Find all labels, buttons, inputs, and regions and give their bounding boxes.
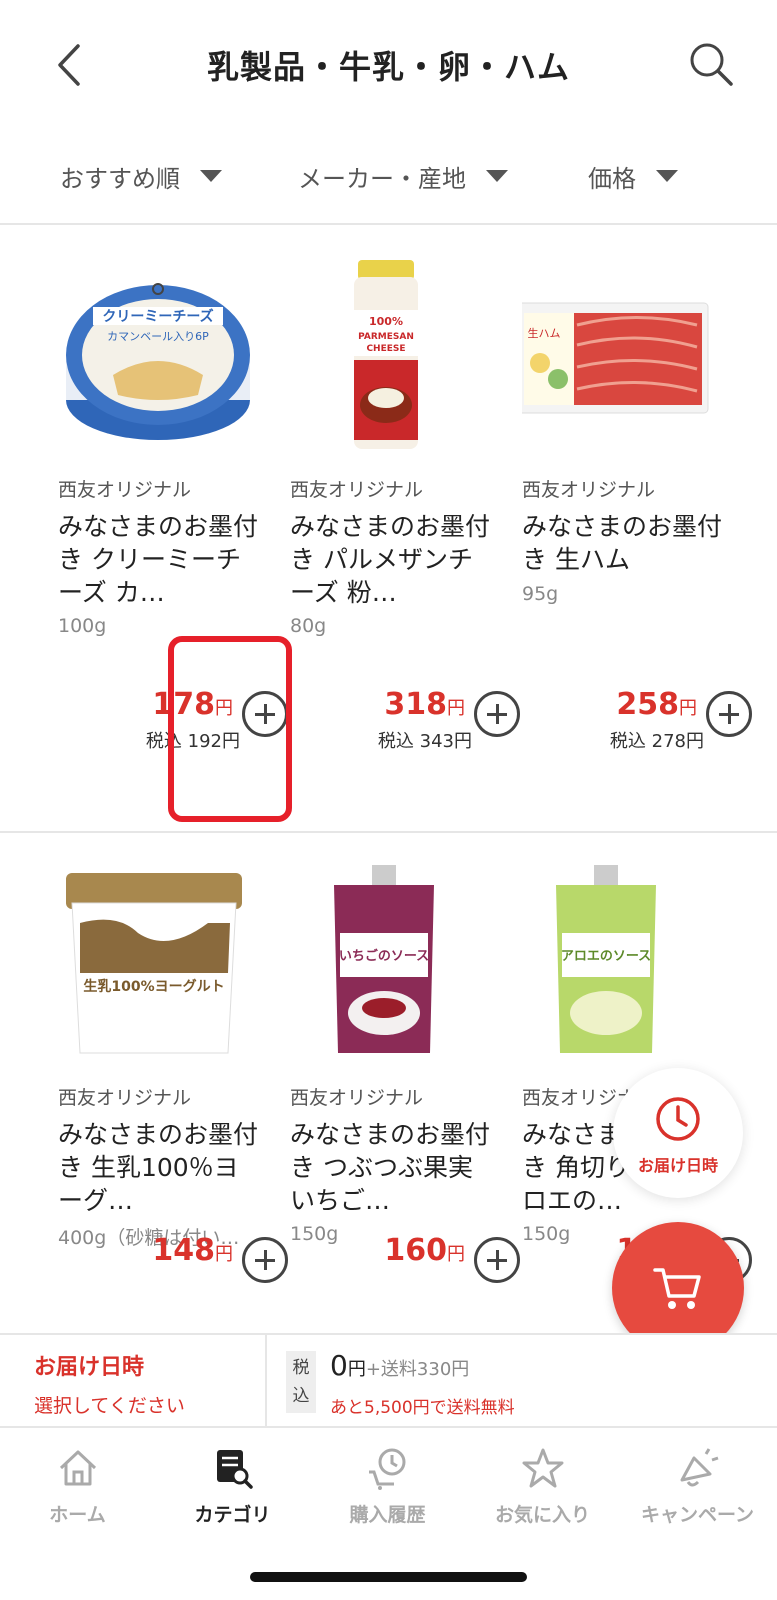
maker-filter-label: メーカー・産地 (298, 164, 466, 193)
delivery-date-selector[interactable]: お届け日時 選択してください (34, 1349, 185, 1418)
search-icon (690, 43, 733, 86)
product-card[interactable]: 100% PARMESAN CHEESE 西友オリジナル みなさまのお墨付き パ… (290, 225, 520, 831)
clock-icon (656, 1097, 700, 1141)
tab-label: 購入履歴 (349, 1504, 426, 1526)
price-dropdown[interactable]: 価格 (588, 156, 678, 196)
add-to-cart-button[interactable] (474, 1237, 520, 1283)
home-indicator (250, 1572, 527, 1582)
product-name: みなさまのお墨付き クリーミーチーズ カ… (58, 512, 258, 607)
campaign-icon (680, 1448, 718, 1487)
free-shipping-note: あと5,500円で送料無料 (330, 1398, 515, 1418)
sort-label: おすすめ順 (60, 164, 180, 193)
filter-bar: おすすめ順 メーカー・産地 価格 (0, 150, 777, 225)
svg-text:PARMESAN: PARMESAN (358, 332, 414, 342)
tax-included-price: 税込 278円 (609, 731, 704, 752)
tab-home[interactable]: ホーム (0, 1446, 155, 1527)
add-to-cart-button[interactable] (706, 691, 752, 737)
svg-text:CHEESE: CHEESE (366, 344, 405, 354)
price-filter-label: 価格 (588, 164, 636, 193)
tab-purchase-history[interactable]: 購入履歴 (310, 1446, 465, 1527)
divider (265, 1335, 267, 1426)
product-price: 258円 (616, 687, 697, 722)
product-card[interactable]: 生ハム 西友オリジナル みなさまのお墨付き 生ハム 95g 258円 税込 27… (522, 225, 752, 831)
tab-label: キャンペーン (640, 1504, 755, 1526)
cart-icon (653, 1268, 701, 1309)
product-maker: 西友オリジナル (522, 479, 656, 501)
highlight-box (168, 636, 292, 822)
price-value: 318 (384, 687, 447, 722)
category-icon (216, 1450, 253, 1489)
product-card[interactable]: いちごのソース 西友オリジナル みなさまのお墨付き つぶつぶ果実 いちご… 15… (290, 833, 520, 1353)
history-icon (368, 1448, 405, 1490)
svg-text:いちごのソース: いちごのソース (339, 948, 429, 964)
svg-text:100%: 100% (369, 315, 403, 328)
cart-total-unit: 円 (347, 1359, 366, 1380)
price-value: 258 (616, 687, 679, 722)
cart-total: 0円+送料330円 (330, 1349, 469, 1382)
tab-label: ホーム (49, 1504, 106, 1526)
svg-text:アロエのソース: アロエのソース (561, 949, 651, 964)
product-maker: 西友オリジナル (58, 479, 192, 501)
product-image: クリーミーチーズ カマンベール入り6P (66, 283, 250, 440)
product-image: アロエのソース (556, 865, 656, 1053)
product-price: 148円 (152, 1233, 233, 1268)
delivery-time-button[interactable]: お届け日時 (613, 1068, 743, 1198)
price-value: 148 (152, 1233, 215, 1268)
caret-down-icon (656, 170, 678, 182)
price-unit: 円 (679, 698, 697, 719)
tab-favorites[interactable]: お気に入り (465, 1446, 620, 1527)
product-size: 95g (522, 583, 559, 605)
product-row: クリーミーチーズ カマンベール入り6P 西友オリジナル みなさまのお墨付き クリ… (0, 225, 777, 833)
tab-label: カテゴリ (194, 1504, 271, 1526)
product-maker: 西友オリジナル (290, 479, 424, 501)
delivery-time-label: お届け日時 (637, 1156, 718, 1175)
svg-text:生乳100%ヨーグルト: 生乳100%ヨーグルト (83, 978, 224, 995)
product-name: みなさまのお墨付き パルメザンチーズ 粉… (290, 512, 490, 607)
svg-text:クリーミーチーズ: クリーミーチーズ (102, 308, 213, 325)
tab-campaign[interactable]: キャンペーン (620, 1446, 775, 1527)
price-unit: 円 (447, 1244, 465, 1265)
product-image: いちごのソース (334, 865, 434, 1053)
product-image: 100% PARMESAN CHEESE (354, 260, 418, 449)
tab-category[interactable]: カテゴリ (155, 1446, 310, 1527)
page-title: 乳製品・牛乳・卵・ハム (206, 48, 570, 86)
sort-dropdown[interactable]: おすすめ順 (60, 156, 222, 196)
shipping-fee: +送料330円 (365, 1359, 470, 1380)
delivery-summary-bar: お届け日時 選択してください 税込 0円+送料330円 あと5,500円で送料無… (0, 1333, 777, 1428)
product-name: みなさまのお墨付き つぶつぶ果実 いちご… (290, 1120, 490, 1215)
caret-down-icon (486, 170, 508, 182)
product-size: 100g (58, 615, 107, 637)
tax-included-badge: 税込 (286, 1351, 316, 1413)
product-image: 生ハム (522, 302, 709, 414)
svg-text:カマンベール入り6P: カマンベール入り6P (107, 330, 209, 343)
product-maker: 西友オリジナル (58, 1087, 192, 1109)
home-icon (59, 1450, 96, 1486)
price-value: 160 (384, 1233, 447, 1268)
tab-label: お気に入り (494, 1504, 590, 1526)
product-name: みなさまのお墨付き 生乳100％ヨーグ… (58, 1120, 258, 1215)
add-to-cart-button[interactable] (242, 1237, 288, 1283)
svg-text:生ハム: 生ハム (528, 326, 561, 340)
cart-total-amount: 0 (330, 1349, 348, 1382)
product-name: みなさまのお墨付き 生ハム (522, 512, 722, 574)
delivery-date-title: お届け日時 (34, 1355, 145, 1380)
product-card[interactable]: 生乳100%ヨーグルト 西友オリジナル みなさまのお墨付き 生乳100％ヨーグ…… (58, 833, 288, 1353)
maker-dropdown[interactable]: メーカー・産地 (298, 156, 508, 196)
product-size: 80g (290, 615, 327, 637)
price-unit: 円 (447, 698, 465, 719)
caret-down-icon (200, 170, 222, 182)
product-price: 160円 (384, 1233, 465, 1268)
star-icon (522, 1448, 563, 1488)
search-button[interactable] (687, 40, 737, 90)
product-image: 生乳100%ヨーグルト (66, 873, 242, 1054)
add-to-cart-button[interactable] (474, 691, 520, 737)
product-maker: 西友オリジナル (290, 1087, 424, 1109)
delivery-date-prompt: 選択してください (34, 1395, 185, 1417)
header: 乳製品・牛乳・卵・ハム (0, 0, 777, 135)
tax-included-price: 税込 343円 (377, 731, 472, 752)
product-price: 318円 (384, 687, 465, 722)
price-unit: 円 (215, 1244, 233, 1265)
